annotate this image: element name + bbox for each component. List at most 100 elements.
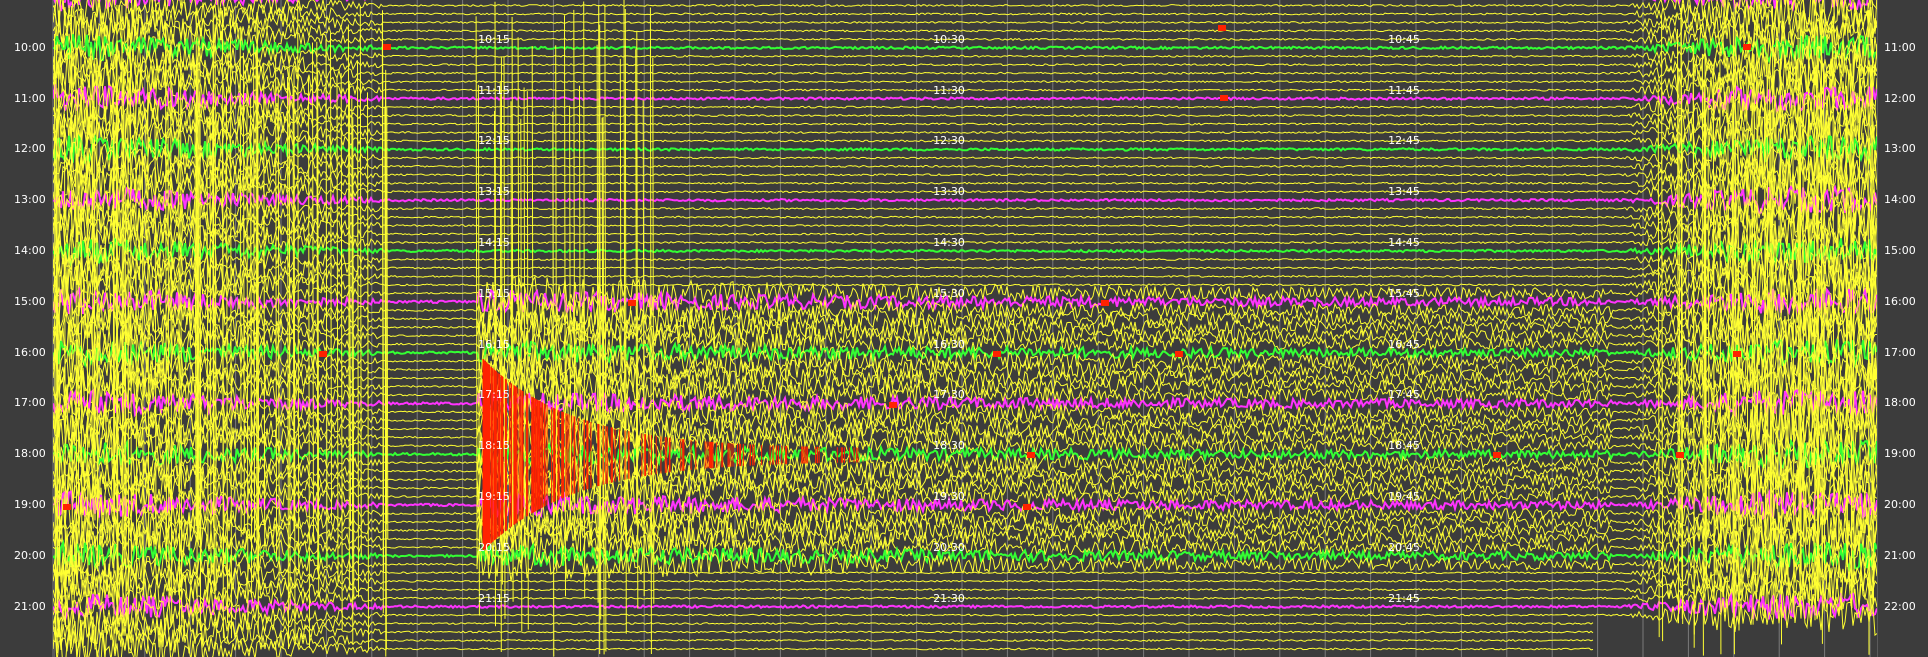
quarter-hour-label: 11:15: [478, 83, 510, 97]
clipped-spike: [170, 39, 173, 625]
right-hour-label: 20:00: [1884, 498, 1916, 511]
clipped-spike: [652, 57, 655, 604]
left-hour-label: 18:00: [14, 447, 46, 461]
quarter-hour-label: 14:45: [1388, 236, 1420, 249]
left-hour-label: 09:00: [14, 0, 46, 3]
trace-line: [53, 611, 1594, 654]
clip-dot: [63, 504, 71, 510]
clipped-spike: [330, 33, 332, 521]
clip-dot: [1743, 44, 1751, 50]
clipped-spike: [359, 6, 362, 557]
right-hour-label: 18:00: [1884, 396, 1916, 410]
right-hour-label: 22:00: [1884, 599, 1916, 613]
quarter-hour-label: 13:30: [933, 185, 965, 199]
left-hour-label: 14:00: [14, 244, 46, 257]
right-hour-label: 19:00: [1884, 447, 1916, 461]
clipped-spike: [1753, 54, 1756, 574]
quarter-hour-label: 12:30: [933, 134, 965, 148]
clipped-spike: [154, 117, 157, 550]
quarter-hour-label: 18:45: [1388, 439, 1420, 453]
clipped-spike: [340, 73, 343, 630]
clipped-spike: [367, 92, 369, 651]
quarter-hour-label: 19:30: [933, 490, 965, 503]
clipped-spike: [602, 116, 605, 655]
clipped-spike: [178, 75, 181, 639]
clipped-spike: [1678, 68, 1681, 539]
clip-dot: [1175, 351, 1183, 357]
left-hour-label: 15:00: [14, 294, 46, 308]
clip-dot: [383, 44, 391, 50]
clip-dot: [1027, 452, 1035, 458]
clip-dot: [1218, 25, 1226, 31]
clip-dot: [1220, 95, 1228, 101]
quarter-hour-label: 12:45: [1388, 134, 1420, 148]
quarter-hour-label: 18:15: [478, 439, 510, 453]
right-hour-label: 13:00: [1884, 142, 1916, 156]
quarter-hour-label: 11:45: [1388, 83, 1420, 97]
clipped-spike: [649, 7, 652, 655]
quarter-hour-label: 10:45: [1388, 32, 1420, 46]
clipped-spike: [253, 43, 256, 543]
left-hour-label: 11:00: [14, 91, 46, 105]
right-hour-label: 21:00: [1884, 548, 1916, 562]
left-hour-label: 20:00: [14, 548, 46, 562]
quarter-hour-label: 14:30: [933, 236, 965, 249]
left-hour-label: 13:00: [14, 193, 46, 207]
quarter-hour-label: 19:45: [1388, 490, 1420, 503]
seismogram-plot[interactable]: 10:15 10:30 10:45 11:15 11:30 11:45 12:15 12:30…: [52, 0, 1878, 657]
trace-line: [53, 620, 1594, 657]
right-hour-label: 15:00: [1884, 244, 1916, 257]
clip-dot: [1101, 300, 1109, 306]
clipped-spike: [596, 44, 599, 603]
left-hour-label: 10:00: [14, 40, 46, 54]
left-hour-label: 16:00: [14, 345, 46, 359]
right-hour-label: 11:00: [1884, 40, 1916, 54]
quarter-hour-label: 17:45: [1388, 388, 1420, 402]
clipped-spike: [209, 106, 212, 574]
clipped-spike: [242, 52, 245, 534]
clip-dot: [1493, 452, 1501, 458]
quarter-hour-label: 14:15: [478, 236, 510, 249]
clipped-spike: [288, 57, 291, 601]
left-hour-label: 17:00: [14, 396, 46, 410]
quarter-hour-label: 15:15: [478, 286, 510, 300]
quarter-hour-label: 17:30: [933, 388, 965, 402]
clip-dot: [1733, 351, 1741, 357]
quarter-hour-label: 19:15: [478, 490, 510, 503]
quarter-hour-label: 11:30: [933, 83, 965, 97]
quarter-hour-label: 21:45: [1388, 591, 1420, 605]
right-hour-label: 14:00: [1884, 193, 1916, 207]
clipped-spike: [75, 16, 78, 590]
quarter-hour-label: 13:45: [1388, 185, 1420, 199]
clipped-spike: [54, 33, 56, 624]
clip-dot: [1023, 504, 1031, 510]
clipped-spike: [263, 62, 266, 546]
quarter-hour-label: 18:30: [933, 439, 965, 453]
clip-dot: [628, 300, 636, 306]
clipped-spike: [180, 55, 183, 622]
clip-dot: [1676, 452, 1684, 458]
left-hour-label: 12:00: [14, 142, 46, 156]
quarter-hour-label: 16:15: [478, 337, 510, 351]
clip-dot: [889, 402, 897, 408]
quarter-hour-label: 15:45: [1388, 286, 1420, 300]
quarter-hour-label: 21:30: [933, 591, 965, 605]
clipped-spike: [275, 54, 278, 562]
clipped-spike: [520, 118, 523, 632]
clipped-spike: [312, 42, 314, 542]
clipped-spike: [619, 58, 622, 562]
right-hour-label: 16:00: [1884, 294, 1916, 308]
clipped-spike: [239, 26, 242, 537]
helicorder-window: 10:15 10:30 10:45 11:15 11:30 11:45 12:15 12:30…: [0, 0, 1928, 657]
clipped-spike: [287, 76, 289, 650]
right-hour-label: 10:00: [1884, 0, 1916, 3]
quarter-hour-label: 20:45: [1388, 540, 1420, 554]
quarter-hour-label: 20:30: [933, 540, 965, 554]
left-hour-label: 21:00: [14, 599, 46, 613]
right-hour-label: 12:00: [1884, 91, 1916, 105]
quarter-hour-label: 17:15: [478, 388, 510, 402]
left-hour-label: 19:00: [14, 498, 46, 511]
clipped-spike: [1764, 95, 1767, 565]
clipped-spike: [141, 110, 144, 587]
quarter-hour-label: 21:15: [478, 591, 510, 605]
